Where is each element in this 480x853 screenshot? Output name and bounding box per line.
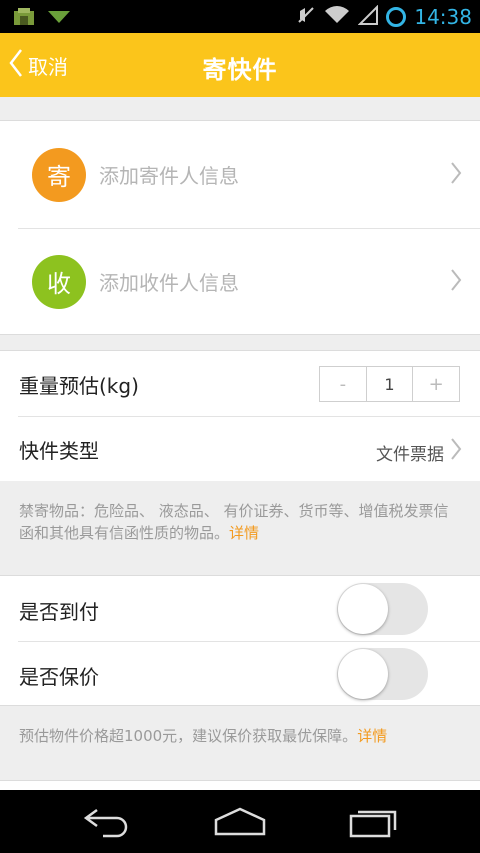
cod-row: 是否到付 <box>0 576 480 641</box>
cod-toggle[interactable] <box>337 583 428 635</box>
insure-details-link[interactable]: 详情 <box>357 727 387 745</box>
system-nav-bar <box>0 790 480 853</box>
receiver-row[interactable]: 收 添加收件人信息 <box>0 228 480 335</box>
cod-label: 是否到付 <box>19 600 99 624</box>
weight-value-input[interactable]: 1 <box>365 367 414 401</box>
weight-row: 重量预估(kg) - 1 + <box>0 351 480 416</box>
parcel-type-label: 快件类型 <box>19 439 99 463</box>
receiver-placeholder: 添加收件人信息 <box>99 271 239 295</box>
page-title: 寄快件 <box>202 56 278 84</box>
sender-row[interactable]: 寄 添加寄件人信息 <box>0 121 480 228</box>
app-header: 取消 寄快件 <box>0 33 480 97</box>
insure-toggle[interactable] <box>337 648 428 700</box>
sender-placeholder: 添加寄件人信息 <box>99 164 239 188</box>
chevron-right-icon <box>450 268 462 296</box>
prohibited-details-link[interactable]: 详情 <box>229 524 259 542</box>
download-notification-icon <box>46 7 72 31</box>
chevron-right-icon <box>450 161 462 189</box>
wifi-icon <box>324 5 350 29</box>
next-section-edge <box>0 780 480 790</box>
status-bar: 14:38 <box>0 0 480 33</box>
mute-icon <box>296 5 316 29</box>
prohibited-notice: 禁寄物品：危险品、 液态品、 有价证券、货币等、增值税发票信函和其他具有信函性质… <box>19 500 459 544</box>
weight-increase-button[interactable]: + <box>413 367 459 401</box>
home-icon[interactable] <box>214 806 266 842</box>
back-icon[interactable] <box>83 806 131 842</box>
receiver-avatar: 收 <box>32 254 86 309</box>
toggles-card: 是否到付 是否保价 <box>0 575 480 706</box>
weight-label: 重量预估(kg) <box>19 374 139 398</box>
options-card: 重量预估(kg) - 1 + 快件类型 文件票据 <box>0 350 480 481</box>
clock: 14:38 <box>414 5 472 29</box>
signal-icon <box>357 4 379 29</box>
recent-apps-icon[interactable] <box>349 806 399 842</box>
parcel-type-value: 文件票据 <box>376 445 444 465</box>
weight-decrease-button[interactable]: - <box>320 367 366 401</box>
toggle-knob <box>338 584 388 634</box>
sender-avatar: 寄 <box>32 147 86 202</box>
contacts-card: 寄 添加寄件人信息 收 添加收件人信息 <box>0 120 480 335</box>
weight-stepper: - 1 + <box>319 366 460 402</box>
insure-notice: 预估物件价格超1000元，建议保价获取最优保障。详情 <box>19 725 469 747</box>
chevron-right-icon <box>450 437 462 465</box>
insure-notice-text: 预估物件价格超1000元，建议保价获取最优保障。 <box>19 727 358 745</box>
insure-label: 是否保价 <box>19 665 99 689</box>
app-notification-icon <box>12 7 36 31</box>
battery-ring-icon <box>386 7 407 27</box>
insure-row: 是否保价 <box>0 641 480 706</box>
toggle-knob <box>338 649 388 699</box>
parcel-type-row[interactable]: 快件类型 文件票据 <box>0 416 480 481</box>
